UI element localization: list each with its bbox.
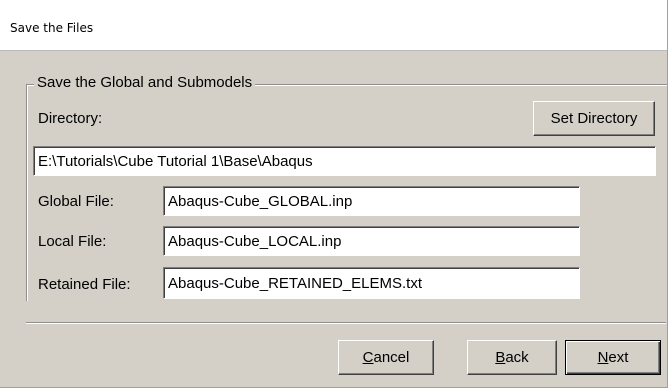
dialog-header: Save the Files — [0, 0, 667, 51]
directory-input[interactable]: E:\Tutorials\Cube Tutorial 1\Base\Abaqus — [33, 146, 656, 176]
back-accel: B — [495, 349, 506, 366]
local-file-label: Local File: — [38, 233, 107, 250]
next-accel: N — [597, 349, 609, 366]
save-files-dialog: Save the Files Save the Global and Submo… — [0, 0, 668, 388]
global-file-label: Global File: — [38, 193, 114, 210]
directory-label: Directory: — [38, 110, 103, 127]
group-legend: Save the Global and Submodels — [34, 74, 256, 91]
back-label-rest: ack — [505, 349, 529, 366]
retained-file-label: Retained File: — [38, 276, 131, 293]
global-file-input[interactable]: Abaqus-Cube_GLOBAL.inp — [163, 186, 580, 216]
next-button[interactable]: Next — [565, 340, 661, 375]
button-separator — [26, 322, 666, 324]
local-file-input[interactable]: Abaqus-Cube_LOCAL.inp — [163, 226, 580, 256]
screen: Save the Files Save the Global and Submo… — [0, 0, 668, 388]
cancel-accel: C — [362, 349, 374, 366]
back-button[interactable]: Back — [467, 340, 557, 375]
next-label-rest: ext — [608, 349, 629, 366]
cancel-button[interactable]: Cancel — [338, 340, 434, 375]
dialog-title: Save the Files — [10, 21, 94, 35]
set-directory-button[interactable]: Set Directory — [533, 101, 655, 136]
cancel-label-rest: ancel — [373, 349, 410, 366]
retained-file-input[interactable]: Abaqus-Cube_RETAINED_ELEMS.txt — [163, 267, 580, 299]
